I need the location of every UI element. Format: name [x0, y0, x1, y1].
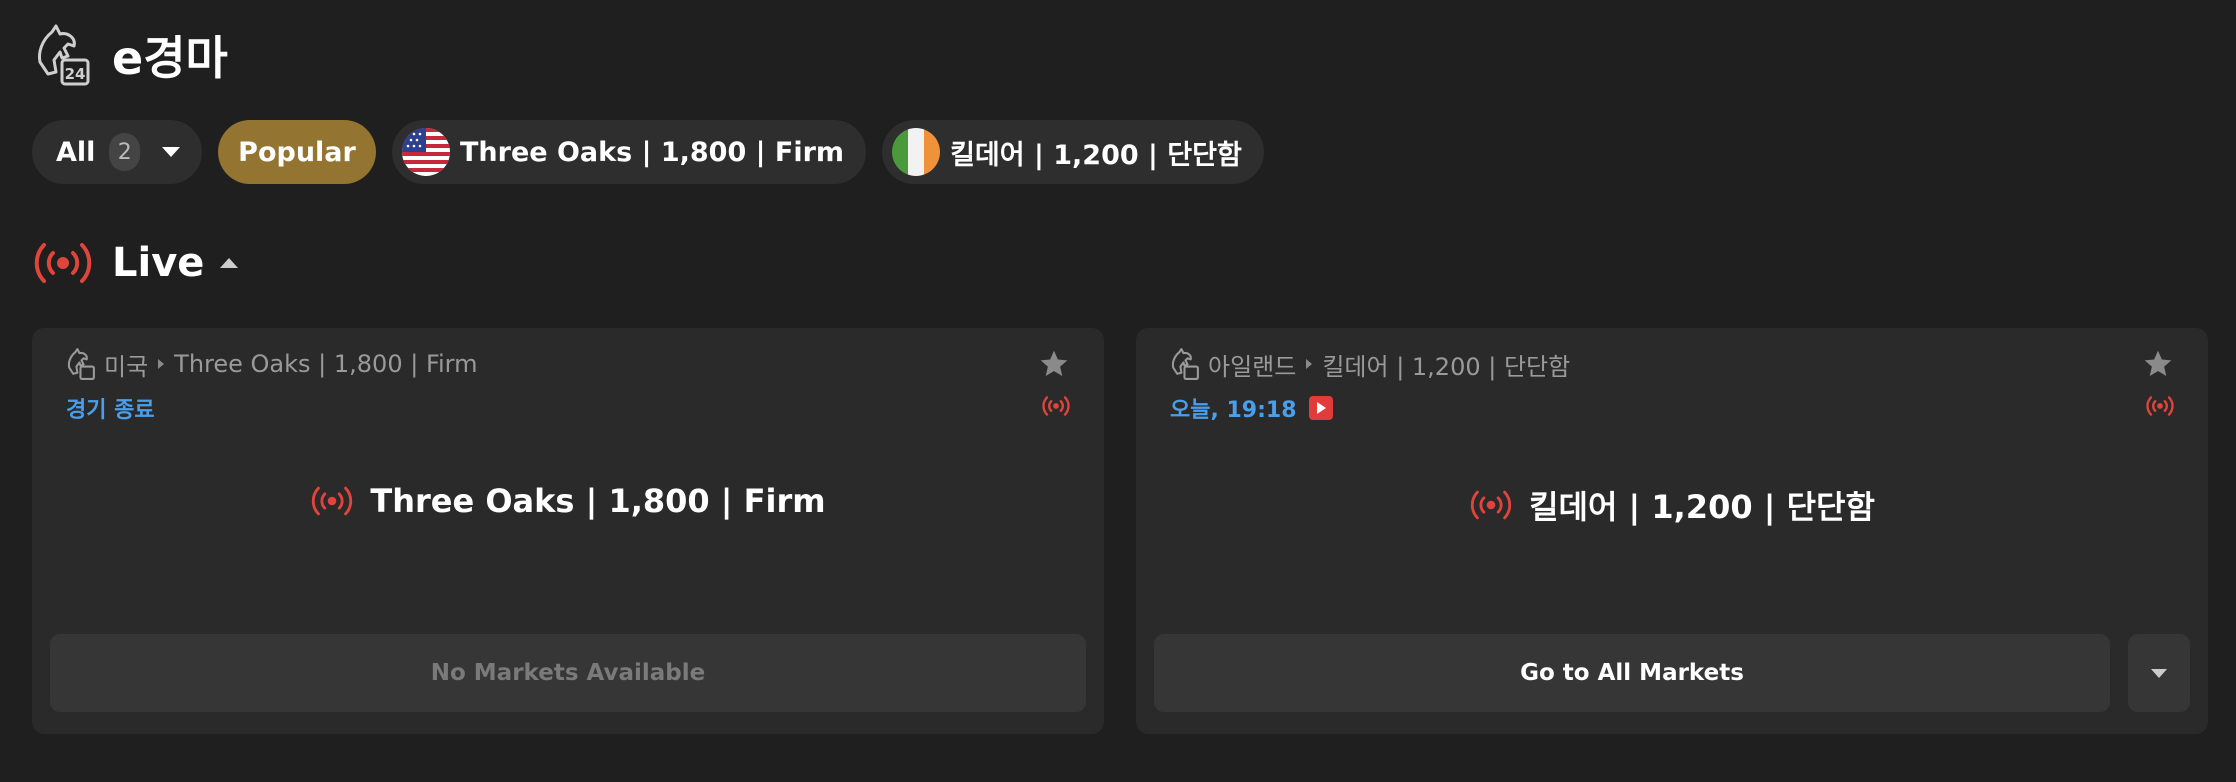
live-section-header[interactable]: Live — [34, 240, 239, 286]
filter-all-dropdown[interactable]: All 2 — [32, 120, 202, 184]
filter-chip-label: 킬데어 | 1,200 | 단단함 — [950, 139, 1242, 171]
live-title: Live — [112, 240, 205, 286]
breadcrumb-track: Three Oaks | 1,800 | Firm — [174, 350, 478, 378]
filter-chips: All 2 Popular Three Oaks | 1,800 | Firm — [32, 120, 1264, 184]
filter-popular[interactable]: Popular — [218, 120, 376, 184]
page-title: e경마 — [112, 31, 228, 85]
svg-text:24: 24 — [65, 65, 86, 83]
filter-all-label: All — [56, 136, 96, 168]
star-icon[interactable] — [1038, 348, 1070, 380]
chevron-right-icon — [158, 359, 165, 369]
horse-24-logo-icon — [67, 348, 95, 380]
horse-24-logo-icon — [1171, 348, 1199, 380]
page-header: 24 e경마 — [34, 22, 228, 88]
breadcrumb: 아일랜드 킬데어 | 1,200 | 단단함 — [1170, 344, 1570, 384]
expand-markets-button[interactable] — [2128, 634, 2190, 712]
chevron-right-icon — [1306, 359, 1313, 369]
filter-chip-kildare[interactable]: 킬데어 | 1,200 | 단단함 — [882, 120, 1264, 184]
filter-popular-label: Popular — [238, 136, 356, 168]
chevron-down-icon — [162, 147, 180, 157]
event-name-text: 킬데어 | 1,200 | 단단함 — [1529, 488, 1875, 526]
ireland-flag-icon — [892, 128, 941, 176]
event-card[interactable]: 아일랜드 킬데어 | 1,200 | 단단함 오늘, 19:18 킬데어 | 1… — [1136, 328, 2208, 734]
filter-all-count: 2 — [109, 133, 140, 171]
horse-24-logo-icon: 24 — [38, 24, 90, 86]
live-broadcast-icon — [312, 486, 353, 516]
go-to-all-markets-label: Go to All Markets — [1520, 660, 1744, 686]
live-broadcast-icon — [1470, 490, 1512, 520]
play-video-icon[interactable] — [1308, 396, 1333, 420]
event-card[interactable]: 미국 Three Oaks | 1,800 | Firm 경기 종료 Three… — [32, 328, 1104, 734]
filter-chip-label: Three Oaks | 1,800 | Firm — [460, 136, 845, 168]
go-to-all-markets-button[interactable]: Go to All Markets — [1154, 634, 2110, 712]
event-status: 오늘, 19:18 — [1170, 392, 1333, 424]
breadcrumb: 미국 Three Oaks | 1,800 | Firm — [66, 344, 478, 384]
breadcrumb-track: 킬데어 | 1,200 | 단단함 — [1322, 352, 1571, 381]
chevron-up-icon — [220, 258, 239, 268]
breadcrumb-country: 미국 — [104, 352, 149, 381]
live-broadcast-icon — [1042, 396, 1070, 416]
event-name: 킬데어 | 1,200 | 단단함 — [1136, 482, 2208, 528]
us-flag-icon — [402, 128, 450, 176]
filter-chip-three-oaks[interactable]: Three Oaks | 1,800 | Firm — [392, 120, 867, 184]
chevron-down-icon — [2151, 668, 2167, 678]
live-broadcast-icon — [34, 243, 92, 283]
no-markets-label: No Markets Available — [430, 660, 706, 686]
live-broadcast-icon — [2146, 396, 2174, 416]
page: 24 e경마 All 2 Popular Three Oaks | 1,800 … — [0, 0, 2236, 782]
no-markets-button: No Markets Available — [50, 634, 1086, 712]
event-status-text: 경기 종료 — [66, 398, 155, 423]
event-status-text: 오늘, 19:18 — [1170, 398, 1297, 423]
star-icon[interactable] — [2142, 348, 2174, 380]
event-name-text: Three Oaks | 1,800 | Firm — [370, 482, 826, 520]
event-name: Three Oaks | 1,800 | Firm — [32, 482, 1104, 520]
event-status: 경기 종료 — [66, 392, 155, 424]
breadcrumb-country: 아일랜드 — [1208, 352, 1297, 381]
